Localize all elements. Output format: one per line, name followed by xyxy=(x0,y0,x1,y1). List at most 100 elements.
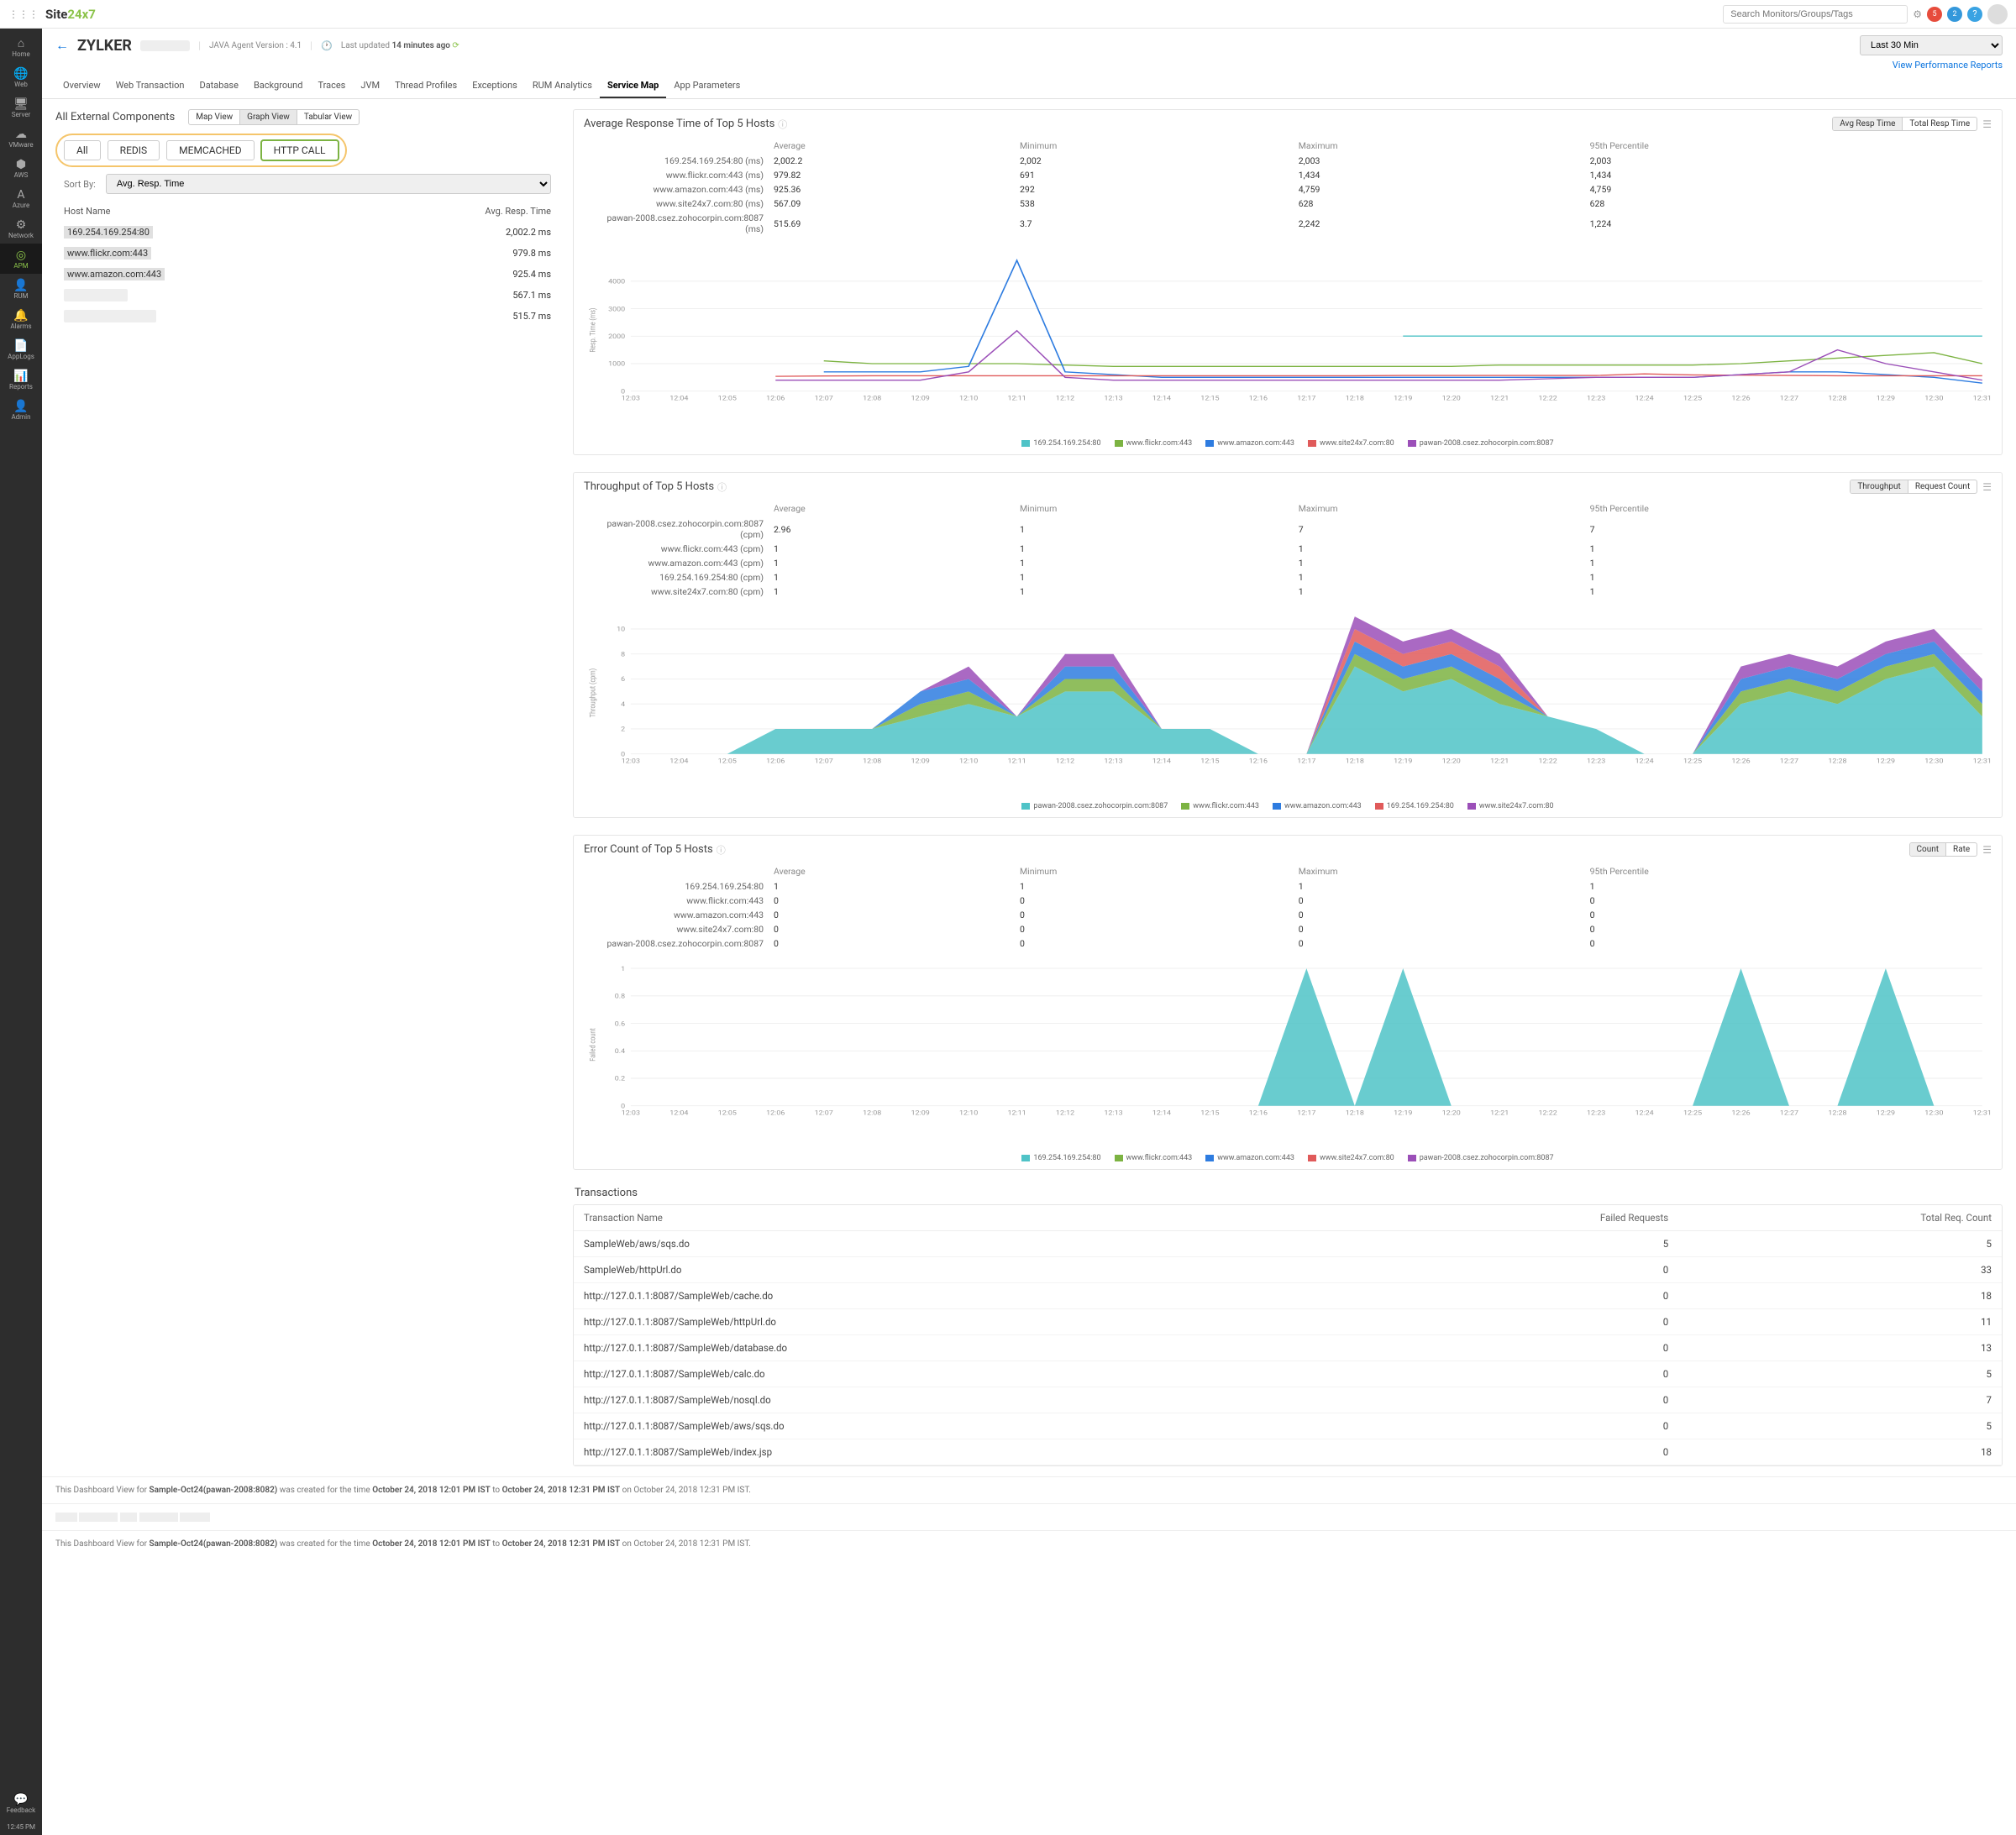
seg-option[interactable]: Rate xyxy=(1946,843,1977,856)
host-row[interactable]: www.flickr.com:443979.8 ms xyxy=(55,243,559,264)
info-icon[interactable]: ⓘ xyxy=(717,843,726,857)
thru-seg[interactable]: ThroughputRequest Count xyxy=(1850,480,1977,494)
chip-memcached[interactable]: MEMCACHED xyxy=(166,140,254,160)
err-seg[interactable]: CountRate xyxy=(1909,842,1978,857)
transaction-row[interactable]: http://127.0.1.1:8087/SampleWeb/index.js… xyxy=(574,1439,2002,1465)
svg-text:12:14: 12:14 xyxy=(1152,757,1172,764)
svg-text:0.2: 0.2 xyxy=(615,1075,626,1083)
svg-text:12:31: 12:31 xyxy=(1973,394,1992,401)
sidall-item-web[interactable]: 🌐Web xyxy=(0,62,42,92)
svg-text:12:21: 12:21 xyxy=(1490,394,1509,401)
tab-database[interactable]: Database xyxy=(192,74,245,98)
refresh-icon[interactable]: ⟳ xyxy=(452,41,459,50)
host-row[interactable]: blurred-host-b-longer515.7 ms xyxy=(55,306,559,327)
chip-redis[interactable]: REDIS xyxy=(108,140,160,160)
legend-item: www.amazon.com:443 xyxy=(1205,439,1294,448)
seg-option[interactable]: Avg Resp Time xyxy=(1833,118,1903,130)
info-icon[interactable]: ⓘ xyxy=(717,480,727,494)
svg-text:12:29: 12:29 xyxy=(1877,394,1896,401)
sidall-item-admin[interactable]: 👤Admin xyxy=(0,395,42,425)
transaction-row[interactable]: SampleWeb/aws/sqs.do55 xyxy=(574,1231,2002,1257)
view-tabular-view[interactable]: Tabular View xyxy=(297,110,359,124)
seg-option[interactable]: Total Resp Time xyxy=(1903,118,1977,130)
svg-text:12:20: 12:20 xyxy=(1442,757,1462,764)
view-toggle[interactable]: Map ViewGraph ViewTabular View xyxy=(188,109,360,125)
back-arrow-icon[interactable]: ← xyxy=(55,37,69,54)
info-icon[interactable]: ⓘ xyxy=(778,118,787,131)
sidall-item-server[interactable]: 🖥Server xyxy=(0,92,42,123)
notif-badge[interactable]: 2 xyxy=(1947,7,1962,22)
help-icon[interactable]: ? xyxy=(1967,7,1982,22)
transaction-row[interactable]: http://127.0.1.1:8087/SampleWeb/aws/sqs.… xyxy=(574,1413,2002,1439)
svg-text:8: 8 xyxy=(621,650,625,658)
tab-app-parameters[interactable]: App Parameters xyxy=(666,74,748,98)
svg-text:12:04: 12:04 xyxy=(669,757,689,764)
panel-menu-icon[interactable]: ☰ xyxy=(1982,844,1992,856)
sidall-item-network[interactable]: ⚙Network xyxy=(0,213,42,244)
svg-text:1: 1 xyxy=(621,965,625,973)
view-perf-reports-link[interactable]: View Performance Reports xyxy=(1893,60,2003,71)
user-avatar[interactable] xyxy=(1987,4,2008,24)
panel-menu-icon[interactable]: ☰ xyxy=(1982,118,1992,130)
tab-jvm[interactable]: JVM xyxy=(353,74,387,98)
svg-text:12:19: 12:19 xyxy=(1394,1109,1413,1116)
tab-rum-analytics[interactable]: RUM Analytics xyxy=(525,74,600,98)
tab-overview[interactable]: Overview xyxy=(55,74,108,98)
sidall-item-alarms[interactable]: 🔔Alarms xyxy=(0,304,42,334)
legend-item: pawan-2008.csez.zohocorpin.com:8087 xyxy=(1021,802,1168,810)
transaction-row[interactable]: http://127.0.1.1:8087/SampleWeb/database… xyxy=(574,1335,2002,1361)
side-label: APM xyxy=(13,262,28,270)
alert-badge[interactable]: 5 xyxy=(1927,7,1942,22)
host-row[interactable]: www.amazon.com:443925.4 ms xyxy=(55,264,559,285)
seg-option[interactable]: Request Count xyxy=(1908,480,1977,493)
settings-icon[interactable]: ⚙ xyxy=(1913,8,1922,20)
chip-all[interactable]: All xyxy=(64,140,101,160)
svg-text:12:27: 12:27 xyxy=(1780,757,1799,764)
view-graph-view[interactable]: Graph View xyxy=(240,110,297,124)
svg-text:1000: 1000 xyxy=(608,360,626,368)
seg-option[interactable]: Throughput xyxy=(1851,480,1908,493)
transaction-row[interactable]: http://127.0.1.1:8087/SampleWeb/calc.do0… xyxy=(574,1361,2002,1387)
transaction-row[interactable]: SampleWeb/httpUrl.do033 xyxy=(574,1257,2002,1283)
transaction-row[interactable]: http://127.0.1.1:8087/SampleWeb/httpUrl.… xyxy=(574,1309,2002,1335)
resp-seg[interactable]: Avg Resp TimeTotal Resp Time xyxy=(1832,117,1977,131)
sidall-item-reports[interactable]: 📊Reports xyxy=(0,364,42,395)
tab-exceptions[interactable]: Exceptions xyxy=(465,74,525,98)
chip-http-call[interactable]: HTTP CALL xyxy=(261,140,339,160)
host-row[interactable]: 169.254.169.254:802,002.2 ms xyxy=(55,222,559,243)
sidebar-feedback[interactable]: 💬Feedback xyxy=(0,1788,42,1818)
tab-thread-profiles[interactable]: Thread Profiles xyxy=(387,74,465,98)
sidall-item-rum[interactable]: 👤RUM xyxy=(0,274,42,304)
legend-item: 169.254.169.254:80 xyxy=(1375,802,1454,810)
sidall-item-applogs[interactable]: 📄AppLogs xyxy=(0,334,42,364)
seg-option[interactable]: Count xyxy=(1910,843,1947,856)
search-input[interactable] xyxy=(1723,5,1908,24)
svg-text:12:20: 12:20 xyxy=(1442,394,1462,401)
transaction-row[interactable]: http://127.0.1.1:8087/SampleWeb/cache.do… xyxy=(574,1283,2002,1309)
sidall-item-aws[interactable]: ⬢AWS xyxy=(0,153,42,183)
tab-background[interactable]: Background xyxy=(246,74,310,98)
time-range-select[interactable]: Last 30 Min xyxy=(1860,35,2003,55)
tab-service-map[interactable]: Service Map xyxy=(600,74,666,98)
host-row[interactable]: blurred-host-a567.1 ms xyxy=(55,285,559,306)
tab-web-transaction[interactable]: Web Transaction xyxy=(108,74,192,98)
sidall-item-azure[interactable]: AAzure xyxy=(0,183,42,213)
transaction-row[interactable]: http://127.0.1.1:8087/SampleWeb/nosql.do… xyxy=(574,1387,2002,1413)
host-name: blurred-host-a xyxy=(64,289,128,301)
legend-item: 169.254.169.254:80 xyxy=(1021,439,1100,448)
tab-traces[interactable]: Traces xyxy=(310,74,353,98)
svg-text:12:16: 12:16 xyxy=(1249,394,1268,401)
sidall-item-apm[interactable]: ◎APM xyxy=(0,244,42,274)
svg-text:12:11: 12:11 xyxy=(1007,394,1026,401)
panel-menu-icon[interactable]: ☰ xyxy=(1982,481,1992,493)
sort-select[interactable]: Avg. Resp. Time xyxy=(106,174,551,194)
sidall-item-home[interactable]: ⌂Home xyxy=(0,32,42,62)
panel-title: Average Response Time of Top 5 Hosts xyxy=(584,118,774,130)
side-icon: 🖥 xyxy=(0,97,42,111)
svg-text:12:21: 12:21 xyxy=(1490,757,1509,764)
apps-icon[interactable]: ⋮⋮⋮ xyxy=(8,8,39,20)
svg-text:12:16: 12:16 xyxy=(1249,1109,1268,1116)
legend-item: www.amazon.com:443 xyxy=(1205,1154,1294,1162)
view-map-view[interactable]: Map View xyxy=(189,110,240,124)
sidall-item-vmware[interactable]: ☁VMware xyxy=(0,123,42,153)
